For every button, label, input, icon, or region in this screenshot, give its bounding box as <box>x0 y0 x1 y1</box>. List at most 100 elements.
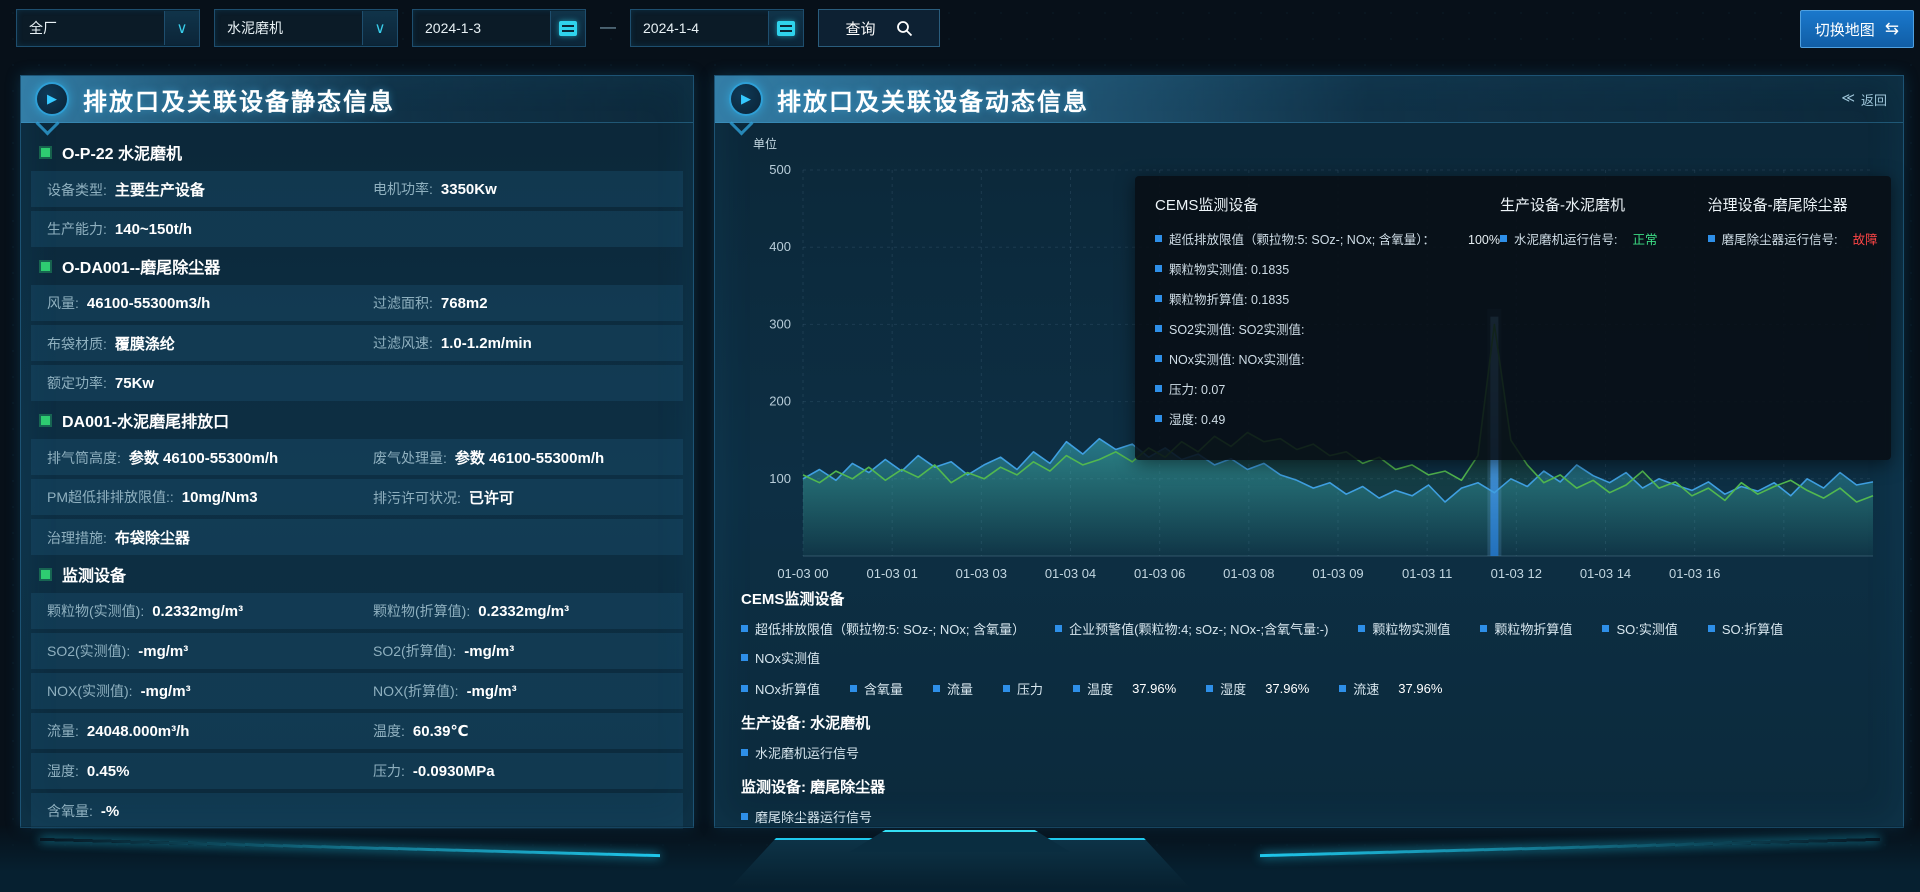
info-cell: 设备类型:主要生产设备 <box>31 179 357 200</box>
tooltip-column: 生产设备-水泥磨机水泥磨机运行信号: 正常 <box>1500 194 1708 442</box>
tooltip-column-title: 治理设备-磨尾除尘器 <box>1708 194 1887 215</box>
info-cell: 温度:60.39℃ <box>357 721 683 741</box>
field-value: 140~150t/h <box>115 221 192 238</box>
legend-marker-icon <box>1055 625 1062 632</box>
svg-text:01-03 01: 01-03 01 <box>867 566 918 581</box>
device-select-value: 水泥磨机 <box>215 18 283 38</box>
legend-item-label: NOx折算值 <box>755 679 820 698</box>
tooltip-column-title: 生产设备-水泥磨机 <box>1500 194 1708 215</box>
legend-item-label: 压力 <box>1017 679 1043 698</box>
field-value: 60.39℃ <box>413 722 469 740</box>
field-label: 排污许可状况: <box>373 488 461 508</box>
tooltip-item-value: 正常 <box>1632 229 1657 248</box>
legend-item[interactable]: 颗粒物折算值 <box>1480 619 1572 638</box>
info-cell: NOX(实测值):-mg/m³ <box>31 681 357 701</box>
legend-item-label: 颗粒物实测值 <box>1372 619 1450 638</box>
legend-item[interactable]: 超低排放限值（颗拉物:5: SOz-; NOx; 含氧量） <box>741 619 1025 638</box>
static-info-list: O-P-22 水泥磨机设备类型:主要生产设备电机功率:3350Kw生产能力:14… <box>21 123 693 839</box>
legend-item[interactable]: 湿度 37.96% <box>1206 679 1309 698</box>
date-range-separator: — <box>600 19 616 37</box>
field-value: -% <box>101 803 119 820</box>
tooltip-column: 治理设备-磨尾除尘器磨尾除尘器运行信号:故障 <box>1708 194 1887 442</box>
date-from-picker-button[interactable] <box>550 11 585 45</box>
static-info-panel: ▶ 排放口及关联设备静态信息 O-P-22 水泥磨机设备类型:主要生产设备电机功… <box>20 75 694 828</box>
legend-item-label: SO:折算值 <box>1722 619 1783 638</box>
legend-row: NOx折算值 含氧量 流量 压力 温度37.96% 湿度 37.96% 流速 37.96% <box>741 679 1883 698</box>
legend-item[interactable]: 颗粒物实测值 <box>1358 619 1450 638</box>
query-button[interactable]: 查询 <box>818 9 940 47</box>
date-to-field[interactable]: 2024-1-4 <box>630 9 804 47</box>
section-header: O-DA001--磨尾除尘器 <box>31 251 683 281</box>
green-square-bullet-icon <box>41 416 50 425</box>
field-label: 治理措施: <box>47 528 107 548</box>
footer-glow-line <box>1260 838 1880 857</box>
svg-text:01-03 00: 01-03 00 <box>777 566 828 581</box>
info-cell: 治理措施:布袋除尘器 <box>31 527 683 548</box>
footer-glow-line <box>40 838 660 857</box>
field-value: 46100-55300m3/h <box>87 295 210 312</box>
info-cell: 含氧量: -% <box>31 801 683 821</box>
section-title: 监测设备 <box>62 562 126 586</box>
legend-item-label: 含氧量 <box>864 679 903 698</box>
legend-item-value: 37.96% <box>1265 681 1309 696</box>
tooltip-item: 超低排放限值（颗拉物:5: SOz-; NOx; 含氧量）：100% <box>1155 229 1500 248</box>
plant-select-value: 全厂 <box>17 18 57 38</box>
svg-text:100: 100 <box>769 471 791 486</box>
legend-item[interactable]: 流量 <box>933 679 973 698</box>
chart-tooltip: CEMS监测设备超低排放限值（颗拉物:5: SOz-; NOx; 含氧量）：10… <box>1135 176 1891 460</box>
svg-text:01-03 06: 01-03 06 <box>1134 566 1185 581</box>
legend-row: 磨尾除尘器运行信号 <box>741 807 1883 826</box>
info-row: SO2(实测值):-mg/m³SO2(折算值):-mg/m³ <box>31 633 683 669</box>
legend-item[interactable]: 温度37.96% <box>1073 679 1176 698</box>
info-row: 生产能力:140~150t/h <box>31 211 683 247</box>
toolbar: 全厂 ∨ 水泥磨机 ∨ 2024-1-3 — 2024-1-4 查询 <box>16 9 940 47</box>
device-select-arrow-box[interactable]: ∨ <box>362 11 397 45</box>
plant-select[interactable]: 全厂 ∨ <box>16 9 200 47</box>
legend-item[interactable]: 水泥磨机运行信号 <box>741 743 859 762</box>
legend-item[interactable]: 流速 37.96% <box>1339 679 1442 698</box>
legend-item-label: 湿度 <box>1220 679 1246 698</box>
field-value: 768m2 <box>441 295 488 312</box>
tooltip-item-label: 颗粒物实测值: 0.1835 <box>1169 259 1289 278</box>
device-select[interactable]: 水泥磨机 ∨ <box>214 9 398 47</box>
field-value: -mg/m³ <box>467 683 517 700</box>
field-value: -mg/m³ <box>464 643 514 660</box>
static-panel-header: ▶ 排放口及关联设备静态信息 <box>21 76 693 123</box>
legend-item-value: 37.96% <box>1398 681 1442 696</box>
info-cell: 颗粒物(折算值):0.2332mg/m³ <box>357 601 683 621</box>
switch-map-button[interactable]: 切换地图 ⇆ <box>1800 10 1914 48</box>
field-value: -mg/m³ <box>138 643 188 660</box>
field-label: 额定功率: <box>47 373 107 393</box>
field-label: 过滤风速: <box>373 333 433 353</box>
legend-item[interactable]: SO:实测值 <box>1602 619 1677 638</box>
legend-item-label: 水泥磨机运行信号 <box>755 743 859 762</box>
svg-text:01-03 16: 01-03 16 <box>1669 566 1720 581</box>
legend-row: 水泥磨机运行信号 <box>741 743 1883 762</box>
legend-item[interactable]: NOx折算值 <box>741 679 820 698</box>
legend-item[interactable]: NOx实测值 <box>741 648 820 667</box>
info-cell: 颗粒物(实测值):0.2332mg/m³ <box>31 601 357 621</box>
date-to-value: 2024-1-4 <box>631 20 699 36</box>
info-cell: SO2(实测值):-mg/m³ <box>31 641 357 661</box>
tooltip-item-label: 水泥磨机运行信号: <box>1514 229 1617 248</box>
dynamic-panel-header: ▶ 排放口及关联设备动态信息 ≪ 返回 <box>715 76 1903 123</box>
legend-item[interactable]: 企业预警值(颗粒物:4; sOz-; NOx-;含氧气量:-) <box>1055 619 1328 638</box>
plant-select-arrow-box[interactable]: ∨ <box>164 11 199 45</box>
field-value: 参数 46100-55300m/h <box>455 447 604 468</box>
svg-text:01-03 08: 01-03 08 <box>1223 566 1274 581</box>
legend-item-label: 超低排放限值（颗拉物:5: SOz-; NOx; 含氧量） <box>755 619 1025 638</box>
field-label: 含氧量: <box>47 801 93 821</box>
field-value: 0.2332mg/m³ <box>152 603 243 620</box>
date-from-field[interactable]: 2024-1-3 <box>412 9 586 47</box>
tooltip-item-value: 100% <box>1468 233 1500 247</box>
legend-item[interactable]: 压力 <box>1003 679 1043 698</box>
back-link[interactable]: ≪ 返回 <box>1841 90 1887 109</box>
legend-item-label: 流速 <box>1353 679 1379 698</box>
chevron-down-icon: ∨ <box>177 21 188 36</box>
legend-item[interactable]: SO:折算值 <box>1708 619 1783 638</box>
legend-marker-icon <box>1480 625 1487 632</box>
legend-item[interactable]: 含氧量 <box>850 679 903 698</box>
legend-item[interactable]: 磨尾除尘器运行信号 <box>741 807 872 826</box>
date-to-picker-button[interactable] <box>768 11 803 45</box>
legend-item-label: 企业预警值(颗粒物:4; sOz-; NOx-;含氧气量:-) <box>1069 619 1328 638</box>
